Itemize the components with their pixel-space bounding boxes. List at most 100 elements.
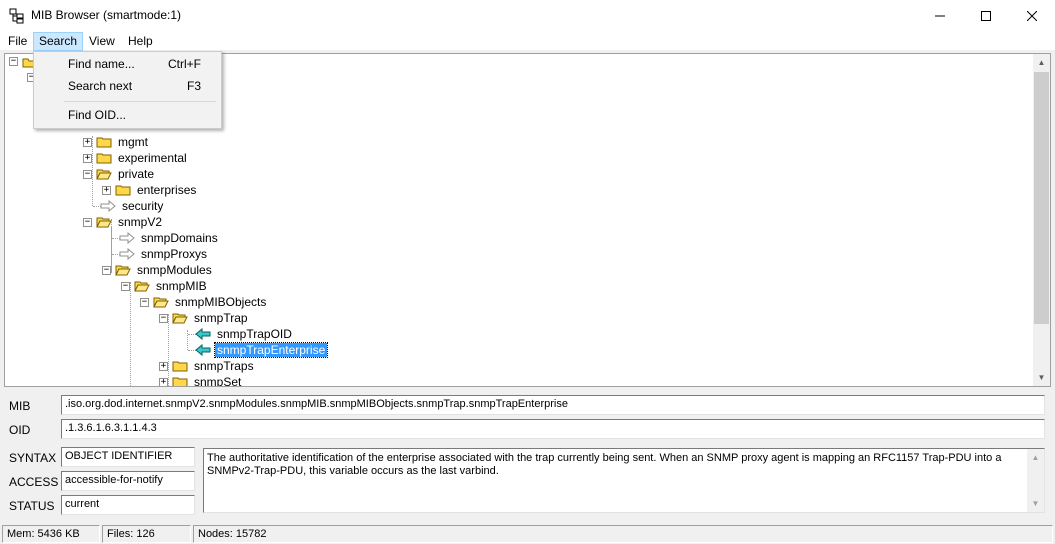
oid-label: OID <box>9 423 31 437</box>
menu-item-find-name[interactable]: Find name... Ctrl+F <box>34 53 221 75</box>
tree-node[interactable]: snmpDomains <box>119 230 220 246</box>
tree-node[interactable]: − snmpV2 <box>83 214 164 230</box>
expand-toggle[interactable]: − <box>102 265 111 275</box>
notify-arrow-icon <box>195 344 211 356</box>
status-label: STATUS <box>9 499 55 513</box>
expand-toggle[interactable]: − <box>83 169 92 179</box>
expand-toggle[interactable]: + <box>83 137 92 147</box>
close-icon <box>1027 10 1037 21</box>
tree-node[interactable]: snmpTrapOID <box>195 326 294 342</box>
maximize-icon <box>981 10 991 21</box>
tree-node-label[interactable]: snmpTrapOID <box>215 327 294 341</box>
tree-node[interactable]: + experimental <box>83 150 189 166</box>
oid-field[interactable]: .1.3.6.1.6.3.1.1.4.3 <box>61 419 1045 439</box>
folder-icon <box>172 377 188 386</box>
tree-node-label[interactable]: snmpModules <box>135 263 214 277</box>
tree-node[interactable]: + snmpSet <box>159 374 243 386</box>
tree-node-selected[interactable]: snmpTrapEnterprise <box>195 342 329 358</box>
notify-arrow-icon <box>195 328 211 340</box>
menu-search[interactable]: Search <box>33 32 84 51</box>
tree-node[interactable]: − snmpMIBObjects <box>140 294 268 310</box>
folder-open-icon <box>172 313 188 324</box>
tree-node[interactable]: + enterprises <box>102 182 198 198</box>
tree-node-label[interactable]: enterprises <box>135 183 198 197</box>
search-next-label: Search next <box>68 79 133 93</box>
status-nodes: Nodes: 15782 <box>193 525 1053 543</box>
arrow-outline-icon <box>119 248 135 260</box>
expand-toggle[interactable]: + <box>102 185 111 195</box>
find-name-label: Find name... <box>68 57 135 71</box>
tree-node[interactable]: − snmpModules <box>102 262 214 278</box>
status-files: Files: 126 <box>102 525 191 543</box>
tree-node[interactable]: − snmpTrap <box>159 310 250 326</box>
scroll-up-icon[interactable]: ▲ <box>1033 54 1050 71</box>
tree-guide <box>187 330 188 350</box>
find-name-shortcut: Ctrl+F <box>168 57 201 71</box>
tree-node-label[interactable]: security <box>120 199 165 213</box>
status-field[interactable]: current <box>61 495 195 515</box>
search-next-shortcut: F3 <box>186 79 201 93</box>
folder-open-icon <box>115 265 131 276</box>
menu-view[interactable]: View <box>83 32 121 51</box>
tree-node[interactable]: + mgmt <box>83 134 150 150</box>
folder-open-icon <box>153 297 169 308</box>
tree-node-label[interactable]: snmpMIB <box>154 279 209 293</box>
tree-node-label[interactable]: snmpTraps <box>192 359 256 373</box>
title-bar: MIB Browser (smartmode:1) <box>0 0 1055 31</box>
mib-label: MIB <box>9 399 31 413</box>
expand-toggle[interactable]: + <box>159 377 168 386</box>
tree-node-label[interactable]: snmpTrapEnterprise <box>213 342 329 358</box>
expand-toggle[interactable]: − <box>9 57 18 66</box>
maximize-button[interactable] <box>963 0 1009 31</box>
tree-node[interactable]: − snmpMIB <box>121 278 209 294</box>
syntax-label: SYNTAX <box>9 451 57 465</box>
tree-node-label[interactable]: snmpTrap <box>192 311 250 325</box>
minimize-button[interactable] <box>917 0 963 31</box>
menu-separator <box>64 101 216 102</box>
tree-node-label[interactable]: snmpProxys <box>139 247 209 261</box>
folder-open-icon <box>134 281 150 292</box>
expand-toggle[interactable]: − <box>83 217 92 227</box>
menu-file[interactable]: File <box>2 32 33 51</box>
syntax-field[interactable]: OBJECT IDENTIFIER <box>61 447 195 467</box>
close-button[interactable] <box>1009 0 1055 31</box>
folder-icon <box>96 137 112 148</box>
description-scrollbar[interactable]: ▲ ▼ <box>1027 449 1044 512</box>
minimize-icon <box>935 15 945 16</box>
description-text: The authoritative identification of the … <box>207 452 1002 477</box>
folder-open-icon <box>96 169 112 180</box>
folder-icon <box>115 185 131 196</box>
folder-open-icon <box>96 217 112 228</box>
tree-node-label[interactable]: mgmt <box>116 135 150 149</box>
tree-node[interactable]: − private <box>83 166 156 182</box>
scroll-thumb[interactable] <box>1034 72 1049 324</box>
tree-scrollbar[interactable]: ▲ ▼ <box>1033 54 1050 386</box>
expand-toggle[interactable]: − <box>140 297 149 307</box>
expand-toggle[interactable]: + <box>159 361 168 371</box>
tree-node[interactable]: security <box>100 198 165 214</box>
expand-toggle[interactable]: + <box>83 153 92 163</box>
access-label: ACCESS <box>9 475 59 489</box>
tree-node-label[interactable]: experimental <box>116 151 189 165</box>
tree-node[interactable]: + snmpTraps <box>159 358 256 374</box>
description-textarea[interactable]: The authoritative identification of the … <box>203 448 1045 513</box>
expand-toggle[interactable]: − <box>121 281 130 291</box>
scroll-down-icon[interactable]: ▼ <box>1033 369 1050 386</box>
tree-node-label[interactable]: snmpSet <box>192 375 243 386</box>
app-icon <box>9 8 24 24</box>
scroll-down-icon[interactable]: ▼ <box>1027 495 1044 512</box>
tree-guide <box>130 282 131 386</box>
menu-item-find-oid[interactable]: Find OID... <box>34 104 221 126</box>
expand-toggle[interactable]: − <box>159 313 168 323</box>
search-menu-dropdown: Find name... Ctrl+F Search next F3 Find … <box>33 51 222 129</box>
tree-node[interactable]: snmpProxys <box>119 246 209 262</box>
scroll-up-icon[interactable]: ▲ <box>1027 449 1044 466</box>
menu-item-search-next[interactable]: Search next F3 <box>34 75 221 97</box>
mib-path-field[interactable]: .iso.org.dod.internet.snmpV2.snmpModules… <box>61 395 1045 415</box>
tree-node-label[interactable]: snmpDomains <box>139 231 220 245</box>
tree-node-label[interactable]: snmpMIBObjects <box>173 295 268 309</box>
access-field[interactable]: accessible-for-notify <box>61 471 195 491</box>
menu-help[interactable]: Help <box>122 32 159 51</box>
tree-node-label[interactable]: snmpV2 <box>116 215 164 229</box>
tree-node-label[interactable]: private <box>116 167 156 181</box>
